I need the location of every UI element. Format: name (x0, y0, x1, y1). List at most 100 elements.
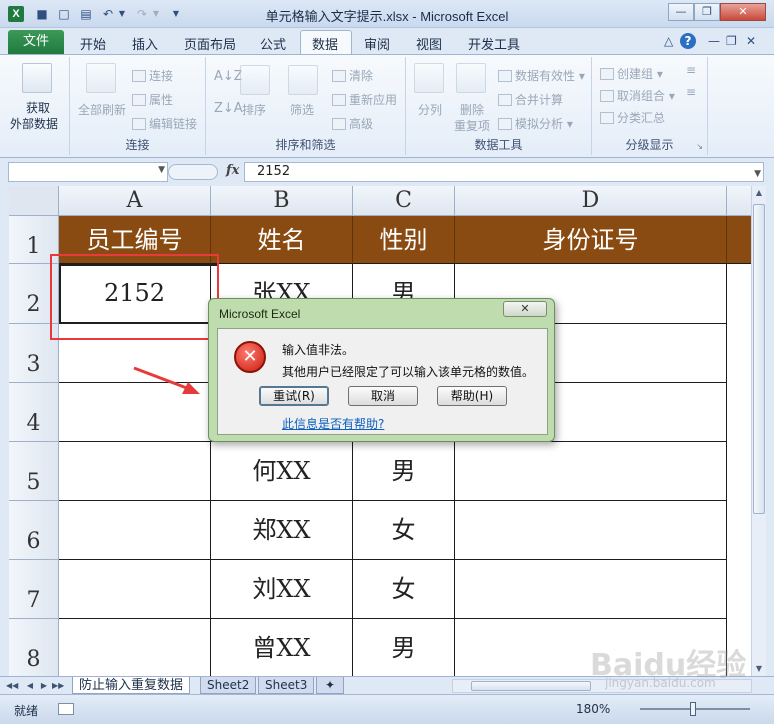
refresh-all-button[interactable]: 全部刷新 (78, 101, 126, 118)
tab-file[interactable]: 文件 (8, 30, 64, 54)
last-sheet-icon[interactable]: ▶▶ (52, 679, 64, 693)
row-header-1[interactable]: 1 (9, 216, 59, 264)
subtotal-button[interactable]: 分类汇总 (600, 109, 665, 126)
first-sheet-icon[interactable]: ◀◀ (6, 679, 18, 693)
consolidate-button[interactable]: 合并计算 (498, 91, 563, 108)
horizontal-scroll-thumb[interactable] (471, 681, 591, 691)
column-header-e[interactable] (727, 186, 751, 216)
hide-detail-icon[interactable]: ≡ (686, 85, 696, 99)
edit-links-button[interactable]: 编辑链接 (132, 115, 197, 132)
insert-function-icon[interactable]: fx (226, 163, 239, 178)
get-external-data-label-1[interactable]: 获取 (26, 99, 50, 116)
tab-view[interactable]: 视图 (416, 34, 442, 53)
row-header-4[interactable]: 4 (9, 383, 59, 442)
scroll-up-icon[interactable]: ▲ (752, 186, 766, 200)
name-box-dropdown-icon[interactable]: ▼ (158, 165, 165, 175)
scroll-down-icon[interactable]: ▼ (752, 662, 766, 676)
insert-sheet-icon[interactable]: ✦ (316, 677, 344, 694)
zoom-slider-knob[interactable] (690, 702, 696, 716)
cell-a6[interactable] (59, 501, 211, 560)
dialog-close-button[interactable]: ✕ (503, 301, 547, 317)
clear-button[interactable]: 清除 (332, 67, 373, 84)
tab-formulas[interactable]: 公式 (260, 34, 286, 53)
minimize-ribbon-icon[interactable]: △ (664, 34, 673, 48)
row-header-5[interactable]: 5 (9, 442, 59, 501)
help-button[interactable]: 帮助(H) (437, 386, 507, 406)
ungroup-button[interactable]: 取消组合 ▾ (600, 87, 675, 104)
remove-duplicates-label-2[interactable]: 重复项 (454, 117, 490, 134)
formula-input[interactable]: 2152 ▼ (244, 162, 764, 182)
minimize-button[interactable]: — (668, 3, 694, 21)
vertical-scrollbar[interactable]: ▲ ▼ (751, 186, 766, 676)
tab-page-layout[interactable]: 页面布局 (184, 34, 236, 53)
formula-bar-resize-handle[interactable] (168, 164, 218, 180)
cell-a5[interactable] (59, 442, 211, 501)
advanced-button[interactable]: 高级 (332, 115, 373, 132)
get-external-data-label-2[interactable]: 外部数据 (10, 115, 58, 132)
connections-button[interactable]: 连接 (132, 67, 173, 84)
column-header-b[interactable]: B (211, 186, 353, 216)
cell-c1[interactable]: 性别 (353, 216, 455, 264)
next-sheet-icon[interactable]: ▶ (38, 679, 50, 693)
cell-c5[interactable]: 男 (353, 442, 455, 501)
row-header-2[interactable]: 2 (9, 264, 59, 324)
name-box[interactable]: ▼ (8, 162, 168, 182)
workbook-close-icon[interactable]: ✕ (746, 34, 756, 48)
cell-a8[interactable] (59, 619, 211, 676)
text-to-columns-button[interactable]: 分列 (418, 101, 442, 118)
tab-review[interactable]: 审阅 (364, 34, 390, 53)
prev-sheet-icon[interactable]: ◀ (24, 679, 36, 693)
row-header-7[interactable]: 7 (9, 560, 59, 619)
outline-dialog-launcher-icon[interactable]: ↘ (696, 142, 703, 151)
helpful-link[interactable]: 此信息是否有帮助? (282, 415, 384, 432)
cancel-button[interactable]: 取消 (348, 386, 418, 406)
cell-b7[interactable]: 刘XX (211, 560, 353, 619)
remove-duplicates-label-1[interactable]: 删除 (460, 101, 484, 118)
cell-b8[interactable]: 曾XX (211, 619, 353, 676)
vertical-scroll-thumb[interactable] (753, 204, 765, 514)
tab-home[interactable]: 开始 (80, 34, 106, 53)
cell-a7[interactable] (59, 560, 211, 619)
sort-za-icon[interactable]: Z↓A (214, 101, 243, 116)
column-header-a[interactable]: A (59, 186, 211, 216)
properties-button[interactable]: 属性 (132, 91, 173, 108)
close-window-button[interactable]: ✕ (720, 3, 766, 21)
workbook-minimize-icon[interactable]: — (708, 34, 720, 48)
cell-d5[interactable] (455, 442, 727, 501)
column-header-d[interactable]: D (455, 186, 727, 216)
cell-a2[interactable]: 2152 (59, 264, 211, 324)
sheet-tab-1[interactable]: 防止输入重复数据 (72, 677, 191, 694)
sort-az-icon[interactable]: A↓Z (214, 69, 243, 84)
zoom-level[interactable]: 180% (576, 702, 610, 716)
data-validation-button[interactable]: 数据有效性 ▾ (498, 67, 585, 84)
cell-c7[interactable]: 女 (353, 560, 455, 619)
macro-record-icon[interactable] (58, 703, 74, 715)
cell-c8[interactable]: 男 (353, 619, 455, 676)
select-all-button[interactable] (9, 186, 59, 216)
cell-c6[interactable]: 女 (353, 501, 455, 560)
tab-developer[interactable]: 开发工具 (468, 34, 520, 53)
sort-button[interactable]: 排序 (242, 101, 266, 118)
reapply-button[interactable]: 重新应用 (332, 91, 397, 108)
column-header-c[interactable]: C (353, 186, 455, 216)
cell-b5[interactable]: 何XX (211, 442, 353, 501)
filter-button[interactable]: 筛选 (290, 101, 314, 118)
what-if-analysis-button[interactable]: 模拟分析 ▾ (498, 115, 573, 132)
row-header-6[interactable]: 6 (9, 501, 59, 560)
retry-button[interactable]: 重试(R) (259, 386, 329, 406)
cell-d6[interactable] (455, 501, 727, 560)
tab-data[interactable]: 数据 (312, 34, 338, 53)
cell-d1[interactable]: 身份证号 (455, 216, 727, 264)
group-button[interactable]: 创建组 ▾ (600, 65, 663, 82)
sheet-tab-2[interactable]: Sheet2 (200, 677, 257, 694)
cell-d7[interactable] (455, 560, 727, 619)
expand-formula-bar-icon[interactable]: ▼ (754, 165, 761, 183)
show-detail-icon[interactable]: ≡ (686, 63, 696, 77)
tab-insert[interactable]: 插入 (132, 34, 158, 53)
restore-button[interactable]: ❐ (694, 3, 720, 21)
row-header-8[interactable]: 8 (9, 619, 59, 676)
sheet-tab-3[interactable]: Sheet3 (258, 677, 315, 694)
help-icon[interactable]: ? (680, 33, 696, 49)
workbook-restore-icon[interactable]: ❐ (726, 34, 737, 48)
cell-b6[interactable]: 郑XX (211, 501, 353, 560)
